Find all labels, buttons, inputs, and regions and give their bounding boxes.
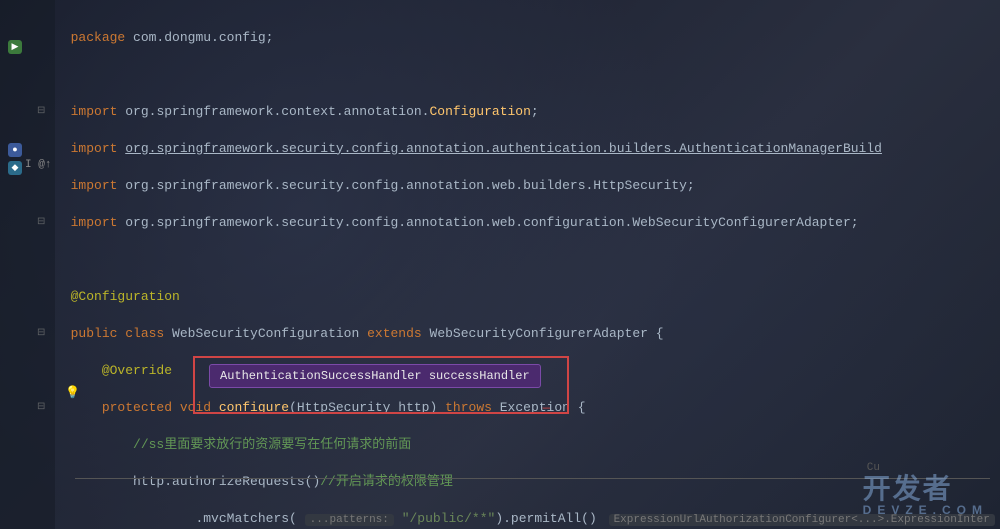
separator (75, 478, 990, 479)
fold-icon[interactable]: ⊟ (37, 103, 45, 122)
error-marker: — (543, 401, 550, 415)
code-line (55, 251, 1000, 270)
fold-icon[interactable]: ⊟ (37, 214, 45, 233)
code-line: ⊟ protected void configure(HttpSecurity … (55, 399, 1000, 418)
fold-icon[interactable]: ⊟ (37, 399, 45, 418)
spring-icon[interactable]: ◆ (8, 161, 22, 175)
intention-bulb-icon[interactable]: 💡 (65, 385, 80, 400)
code-line: @Configuration (55, 288, 1000, 307)
code-line: http.authorizeRequests()//开启请求的权限管理 (55, 473, 1000, 492)
param-hint: ...patterns: (305, 514, 394, 526)
code-line: import org.springframework.security.conf… (55, 140, 1000, 159)
class-icon[interactable]: ● (8, 143, 22, 157)
code-line (55, 66, 1000, 85)
code-area[interactable]: package com.dongmu.config; ⊟ import org.… (55, 10, 1000, 529)
code-line: import org.springframework.security.conf… (55, 177, 1000, 196)
override-marker[interactable]: I @↑ (25, 159, 51, 171)
code-line: ⊟ import org.springframework.context.ann… (55, 103, 1000, 122)
run-icon[interactable]: ▶ (8, 40, 22, 54)
code-line: package com.dongmu.config; (55, 29, 1000, 48)
gutter: ▶ ● ◆ I @↑ (0, 0, 55, 529)
gutter-icons: ▶ ● ◆ (8, 10, 22, 175)
parameter-info-tooltip: AuthenticationSuccessHandler successHand… (209, 364, 541, 388)
code-line: ⊟ import org.springframework.security.co… (55, 214, 1000, 233)
code-line: ⊟ public class WebSecurityConfiguration … (55, 325, 1000, 344)
watermark: 开发者 DEVZE.COM (863, 467, 988, 517)
code-line: .mvcMatchers( ...patterns: "/public/**")… (55, 510, 1000, 529)
fold-icon[interactable]: ⊟ (37, 325, 45, 344)
code-line: //ss里面要求放行的资源要写在任何请求的前面 (55, 436, 1000, 455)
code-editor[interactable]: ▶ ● ◆ I @↑ package com.dongmu.config; ⊟ … (0, 0, 1000, 529)
